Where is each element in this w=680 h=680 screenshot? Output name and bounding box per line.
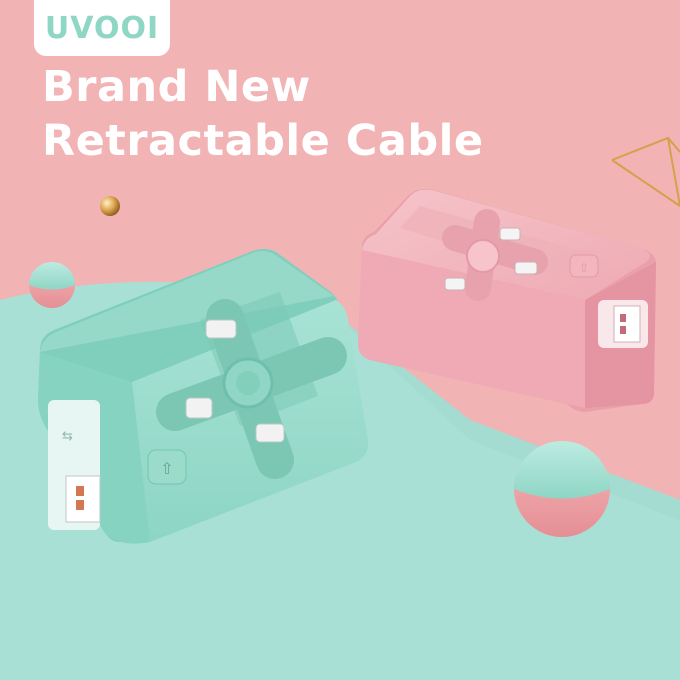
brand-logo-badge: UVOOI (34, 0, 170, 56)
small-sphere (29, 262, 75, 308)
cable-arrow-icon: ⇧ (579, 261, 589, 275)
headline: Brand New Retractable Cable (42, 60, 484, 168)
headline-line-2: Retractable Cable (42, 116, 484, 166)
usb-icon: ⇆ (62, 429, 73, 444)
cable-arrow-icon: ⇧ (160, 459, 173, 478)
product-scene: ⇧ ⇧ ⇆ UVOOI Brand New Retractable Cable (0, 0, 680, 680)
headline-line-1: Brand New (42, 62, 311, 112)
brand-logo: UVOOI (44, 10, 160, 46)
gold-ball (100, 196, 120, 216)
large-sphere (514, 441, 610, 537)
